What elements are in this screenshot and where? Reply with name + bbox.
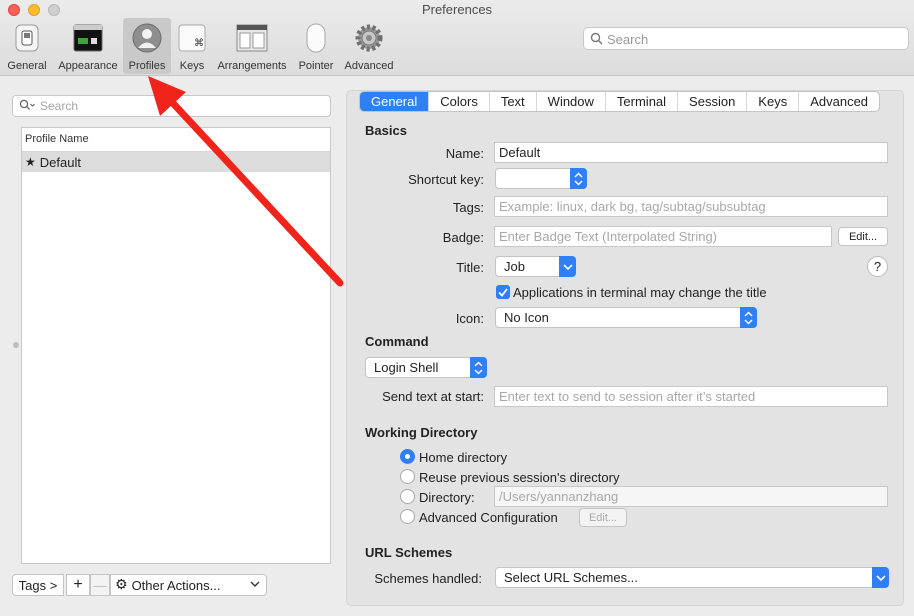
command-heading: Command bbox=[365, 334, 429, 349]
general-switch-icon bbox=[11, 22, 43, 54]
pane-resize-handle[interactable] bbox=[13, 342, 19, 348]
tab-session[interactable]: Session bbox=[678, 92, 748, 111]
star-icon: ★ bbox=[25, 155, 36, 169]
home-directory-radio[interactable] bbox=[400, 449, 415, 464]
send-text-label: Send text at start: bbox=[382, 389, 484, 404]
home-directory-label: Home directory bbox=[419, 450, 508, 465]
terminal-window-icon bbox=[72, 22, 104, 54]
icon-label: Icon: bbox=[455, 311, 484, 326]
chevron-down-icon bbox=[872, 567, 889, 588]
name-field[interactable]: Default bbox=[494, 142, 888, 163]
updown-arrows-icon bbox=[570, 168, 587, 189]
tags-button[interactable]: Tags > bbox=[12, 574, 64, 596]
advanced-configuration-edit-button[interactable]: Edit... bbox=[579, 508, 627, 527]
title-bar: Preferences General Appearance Profiles … bbox=[0, 0, 914, 76]
search-icon bbox=[590, 32, 603, 48]
advanced-configuration-label: Advanced Configuration bbox=[419, 510, 558, 525]
toolbar-arrangements[interactable]: Arrangements bbox=[214, 18, 290, 74]
tab-keys[interactable]: Keys bbox=[747, 92, 800, 111]
basics-heading: Basics bbox=[365, 123, 407, 138]
gear-icon bbox=[353, 22, 385, 54]
toolbar-appearance[interactable]: Appearance bbox=[54, 18, 122, 74]
title-label: Title: bbox=[456, 260, 484, 275]
custom-directory-radio[interactable] bbox=[400, 489, 415, 504]
updown-arrows-icon bbox=[470, 357, 487, 378]
mouse-icon bbox=[300, 22, 332, 54]
profile-settings-panel bbox=[346, 90, 904, 606]
custom-directory-label: Directory: bbox=[419, 490, 475, 505]
toolbar-pointer[interactable]: Pointer bbox=[295, 18, 337, 74]
name-label: Name: bbox=[445, 146, 484, 161]
url-schemes-popup[interactable]: Select URL Schemes... bbox=[495, 567, 889, 588]
directory-path-field[interactable]: /Users/yannanzhang bbox=[494, 486, 888, 507]
help-button[interactable]: ? bbox=[867, 256, 888, 277]
badge-label: Badge: bbox=[442, 230, 484, 245]
tab-colors[interactable]: Colors bbox=[429, 92, 490, 111]
other-actions-popup[interactable]: ⚙ Other Actions... bbox=[110, 574, 267, 596]
shortcut-key-popup[interactable] bbox=[495, 168, 587, 189]
toolbar-profiles[interactable]: Profiles bbox=[123, 18, 171, 74]
profile-tab-bar: General Colors Text Window Terminal Sess… bbox=[359, 91, 881, 112]
url-schemes-heading: URL Schemes bbox=[365, 545, 453, 560]
search-icon bbox=[19, 99, 36, 115]
profile-name-column-header[interactable]: Profile Name bbox=[22, 128, 330, 152]
profile-list: Profile Name ★ Default bbox=[21, 127, 331, 564]
tab-advanced[interactable]: Advanced bbox=[799, 92, 879, 111]
list-item[interactable]: ★ Default bbox=[22, 152, 330, 172]
window-arrangement-icon bbox=[236, 22, 268, 54]
gear-icon: ⚙ bbox=[115, 577, 128, 593]
badge-edit-button[interactable]: Edit... bbox=[838, 227, 888, 246]
icon-popup[interactable]: No Icon bbox=[495, 307, 757, 328]
send-text-field[interactable]: Enter text to send to session after it’s… bbox=[494, 386, 888, 407]
tab-general[interactable]: General bbox=[360, 92, 430, 111]
add-profile-button[interactable]: + bbox=[66, 574, 90, 596]
profile-actions-bar: Tags > + — ⚙ Other Actions... bbox=[12, 573, 267, 597]
advanced-configuration-radio[interactable] bbox=[400, 509, 415, 524]
svg-text:⌘: ⌘ bbox=[194, 38, 204, 49]
remove-profile-button[interactable]: — bbox=[90, 574, 110, 596]
toolbar-keys[interactable]: ⌘ Keys bbox=[172, 18, 212, 74]
working-directory-heading: Working Directory bbox=[365, 425, 478, 440]
command-key-icon: ⌘ bbox=[176, 22, 208, 54]
toolbar-advanced[interactable]: Advanced bbox=[342, 18, 396, 74]
profile-search-input[interactable]: Search bbox=[12, 95, 331, 117]
toolbar-search-input[interactable]: Search bbox=[583, 27, 909, 50]
badge-field[interactable]: Enter Badge Text (Interpolated String) bbox=[494, 226, 832, 247]
apps-change-title-checkbox[interactable] bbox=[496, 285, 510, 299]
profile-name: Default bbox=[39, 154, 81, 170]
updown-arrows-icon bbox=[740, 307, 757, 328]
tab-window[interactable]: Window bbox=[537, 92, 606, 111]
toolbar-general[interactable]: General bbox=[4, 18, 50, 74]
reuse-directory-label: Reuse previous session's directory bbox=[419, 470, 620, 485]
tags-field[interactable]: Example: linux, dark bg, tag/subtag/subs… bbox=[494, 196, 888, 217]
shortcut-key-label: Shortcut key: bbox=[408, 172, 484, 187]
schemes-handled-label: Schemes handled: bbox=[374, 571, 482, 586]
title-popup[interactable]: Job bbox=[495, 256, 576, 277]
user-silhouette-icon bbox=[131, 22, 163, 54]
tags-label: Tags: bbox=[452, 200, 484, 215]
chevron-down-icon bbox=[250, 578, 260, 593]
chevron-down-icon bbox=[559, 256, 576, 277]
reuse-directory-radio[interactable] bbox=[400, 469, 415, 484]
apps-change-title-label: Applications in terminal may change the … bbox=[513, 285, 767, 300]
tab-text[interactable]: Text bbox=[490, 92, 537, 111]
command-type-popup[interactable]: Login Shell bbox=[365, 357, 487, 378]
window-title: Preferences bbox=[421, 2, 493, 17]
tab-terminal[interactable]: Terminal bbox=[606, 92, 679, 111]
